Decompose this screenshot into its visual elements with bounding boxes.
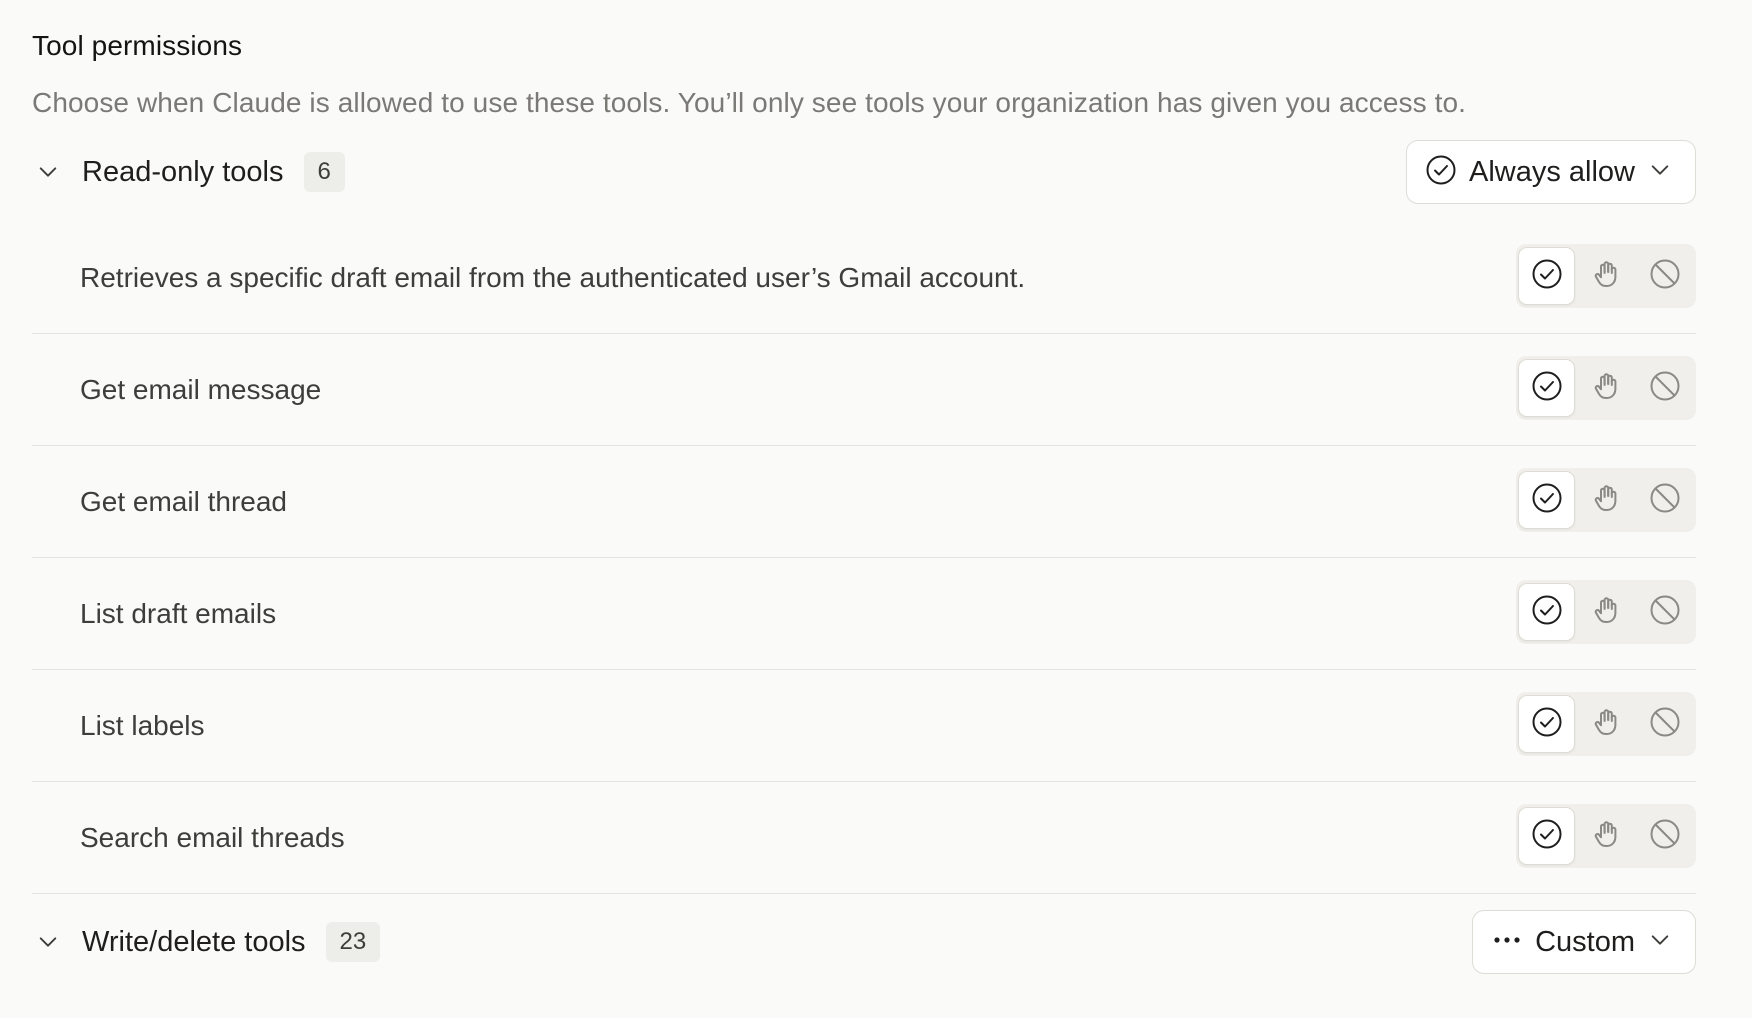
permission-toggle (1516, 804, 1696, 868)
chevron-down-icon[interactable] (34, 158, 62, 186)
block-button[interactable] (1637, 583, 1694, 641)
section-title: Tool permissions (32, 30, 243, 61)
permission-toggle (1516, 692, 1696, 756)
block-button[interactable] (1637, 247, 1694, 305)
policy-label: Always allow (1469, 155, 1635, 188)
permission-toggle (1516, 356, 1696, 420)
always-allow-button[interactable] (1518, 247, 1576, 305)
check-circle-icon (1531, 482, 1563, 519)
tool-name: Retrieves a specific draft email from th… (80, 261, 1026, 293)
hand-icon (1590, 258, 1622, 295)
hand-icon (1590, 706, 1622, 743)
tool-name: Search email threads (80, 821, 345, 853)
tool-name: List labels (80, 709, 205, 741)
needs-approval-button[interactable] (1577, 807, 1634, 865)
policy-label: Custom (1535, 925, 1635, 958)
hand-icon (1590, 594, 1622, 631)
section-description: Choose when Claude is allowed to use the… (32, 87, 1467, 118)
check-circle-icon (1531, 818, 1563, 855)
always-allow-button[interactable] (1518, 359, 1576, 417)
tool-row: List labels (32, 670, 1696, 782)
block-button[interactable] (1637, 359, 1694, 417)
policy-dropdown-write-delete[interactable]: Custom (1472, 910, 1696, 974)
chevron-down-icon[interactable] (34, 928, 62, 956)
count-badge: 23 (325, 922, 381, 962)
tool-name: Get email message (80, 373, 322, 405)
block-icon (1649, 818, 1681, 855)
check-circle-icon (1531, 370, 1563, 407)
needs-approval-button[interactable] (1577, 247, 1634, 305)
hand-icon (1590, 370, 1622, 407)
group-title: Read-only tools (82, 155, 284, 188)
permission-toggle (1516, 580, 1696, 644)
tool-permissions-page: Tool permissions Choose when Claude is a… (0, 0, 1752, 1018)
block-button[interactable] (1637, 471, 1694, 529)
permission-toggle (1516, 468, 1696, 532)
tool-row: List draft emails (32, 558, 1696, 670)
tool-row: Retrieves a specific draft email from th… (32, 222, 1696, 334)
block-button[interactable] (1637, 695, 1694, 753)
always-allow-button[interactable] (1518, 695, 1576, 753)
block-icon (1649, 258, 1681, 295)
group-title: Write/delete tools (82, 925, 306, 958)
tool-row: Search email threads (32, 782, 1696, 894)
needs-approval-button[interactable] (1577, 583, 1634, 641)
permission-toggle (1516, 244, 1696, 308)
always-allow-button[interactable] (1518, 807, 1576, 865)
hand-icon (1590, 818, 1622, 855)
tool-name: Get email thread (80, 485, 287, 517)
check-circle-icon (1531, 706, 1563, 743)
chevron-down-icon (1649, 929, 1671, 956)
group-header-read-only: Read-only tools 6 Always allow (32, 140, 1696, 204)
always-allow-button[interactable] (1518, 583, 1576, 641)
group-header-write-delete: Write/delete tools 23 Custom (32, 910, 1696, 974)
tool-row: Get email thread (32, 446, 1696, 558)
count-badge: 6 (303, 152, 345, 192)
block-icon (1649, 482, 1681, 519)
block-icon (1649, 706, 1681, 743)
block-icon (1649, 370, 1681, 407)
hand-icon (1590, 482, 1622, 519)
chevron-down-icon (1649, 159, 1671, 186)
read-only-tools-list: Retrieves a specific draft email from th… (32, 222, 1696, 894)
needs-approval-button[interactable] (1577, 695, 1634, 753)
check-circle-icon (1531, 594, 1563, 631)
always-allow-button[interactable] (1518, 471, 1576, 529)
tool-name: List draft emails (80, 597, 277, 629)
block-icon (1649, 594, 1681, 631)
needs-approval-button[interactable] (1577, 471, 1634, 529)
block-button[interactable] (1637, 807, 1694, 865)
tool-row: Get email message (32, 334, 1696, 446)
needs-approval-button[interactable] (1577, 359, 1634, 417)
check-circle-icon (1425, 154, 1457, 191)
policy-dropdown-read-only[interactable]: Always allow (1406, 140, 1696, 204)
more-horizontal-icon (1491, 924, 1523, 961)
check-circle-icon (1531, 258, 1563, 295)
